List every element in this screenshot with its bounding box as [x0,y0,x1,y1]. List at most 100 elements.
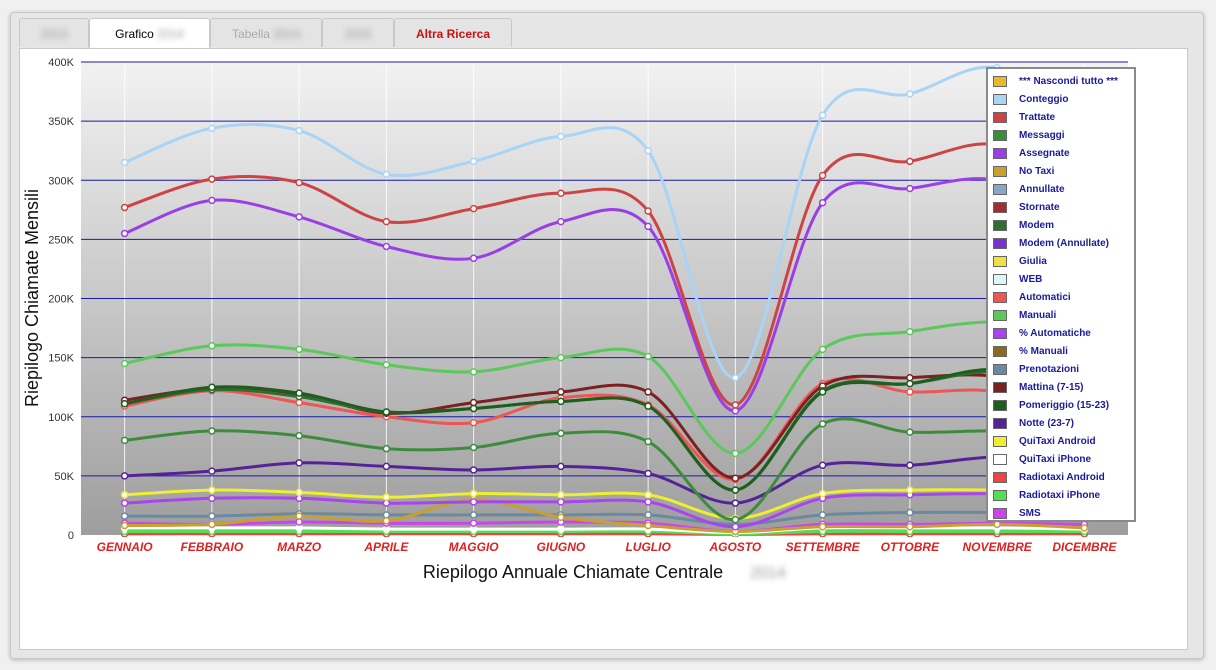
data-point[interactable] [208,342,216,350]
data-point[interactable] [731,373,740,382]
data-point[interactable] [120,399,129,408]
data-point[interactable] [818,388,827,396]
legend-item[interactable]: % Manuali [988,342,1134,360]
data-point[interactable] [469,204,478,213]
data-point[interactable] [469,489,478,498]
data-point[interactable] [557,513,565,522]
legend-item[interactable]: Pomeriggio (15-23) [988,396,1134,414]
data-point[interactable] [818,522,827,531]
data-point[interactable] [906,508,914,517]
data-point[interactable] [818,171,827,180]
data-point[interactable] [644,402,652,410]
data-point[interactable] [382,170,391,179]
legend-item[interactable]: % Automatiche [988,324,1134,342]
data-point[interactable] [208,467,216,475]
legend-item[interactable]: Assegnate [988,144,1134,162]
legend-item[interactable]: Manuali [988,306,1134,324]
data-point[interactable] [469,404,478,413]
data-point[interactable] [818,420,827,428]
data-point[interactable] [120,512,129,520]
data-point[interactable] [906,388,914,396]
data-point[interactable] [644,498,652,506]
data-point[interactable] [557,189,565,198]
data-point[interactable] [557,217,565,226]
data-point[interactable] [469,157,478,166]
data-point[interactable] [644,207,652,215]
data-point[interactable] [469,466,478,474]
data-point[interactable] [906,522,914,531]
data-point[interactable] [208,520,216,529]
data-point[interactable] [644,491,652,499]
data-point[interactable] [906,486,914,494]
data-point[interactable] [557,132,565,141]
data-point[interactable] [120,472,129,480]
data-point[interactable] [557,397,565,406]
data-point[interactable] [731,515,740,524]
data-point[interactable] [818,198,827,207]
data-point[interactable] [208,494,216,503]
data-point[interactable] [731,449,740,458]
data-point[interactable] [120,158,129,167]
data-point[interactable] [208,512,216,520]
data-point[interactable] [731,474,740,482]
data-point[interactable] [469,418,478,427]
data-point[interactable] [818,461,827,469]
legend-item[interactable]: Mattina (7-15) [988,378,1134,396]
legend-item[interactable]: Trattate [988,108,1134,126]
data-point[interactable] [295,389,303,397]
data-point[interactable] [906,461,914,469]
data-point[interactable] [469,511,478,519]
data-point[interactable] [469,398,478,407]
data-point[interactable] [557,388,565,396]
legend-item[interactable]: Radiotaxi Android [988,468,1134,486]
data-point[interactable] [382,408,391,416]
data-point[interactable] [208,175,216,183]
legend-item[interactable]: Giulia [988,252,1134,270]
data-point[interactable] [644,469,652,478]
data-point[interactable] [469,525,478,533]
data-point[interactable] [906,184,914,193]
data-point[interactable] [382,511,391,519]
data-point[interactable] [469,368,478,376]
data-point[interactable] [295,512,303,520]
data-point[interactable] [906,373,914,382]
data-point[interactable] [644,388,652,396]
data-point[interactable] [469,443,478,452]
data-point[interactable] [120,521,129,530]
data-point[interactable] [295,431,303,440]
legend-item[interactable]: Notte (23-7) [988,414,1134,432]
data-point[interactable] [208,486,216,494]
data-point[interactable] [906,157,914,166]
data-point[interactable] [208,427,216,435]
legend-item[interactable]: WEB [988,270,1134,288]
data-point[interactable] [469,254,478,263]
legend-item[interactable]: No Taxi [988,162,1134,180]
data-point[interactable] [557,462,565,471]
data-point[interactable] [295,398,303,407]
data-point[interactable] [557,525,565,533]
data-point[interactable] [295,518,303,526]
data-point[interactable] [906,428,914,436]
data-point[interactable] [818,489,827,498]
data-point[interactable] [731,407,740,415]
data-point[interactable] [208,196,216,205]
data-point[interactable] [557,491,565,499]
data-point[interactable] [993,520,1001,529]
legend-item[interactable]: Conteggio [988,90,1134,108]
data-point[interactable] [295,459,303,467]
data-point[interactable] [120,229,129,238]
data-point[interactable] [644,521,652,530]
data-point[interactable] [731,401,740,409]
data-point[interactable] [1080,524,1089,532]
data-point[interactable] [818,111,827,119]
data-point[interactable] [644,511,652,519]
data-point[interactable] [382,360,391,369]
legend-item[interactable]: Radiotaxi iPhone [988,486,1134,504]
legend-item[interactable]: Prenotazioni [988,360,1134,378]
legend-item[interactable]: QuiTaxi Android [988,432,1134,450]
data-point[interactable] [557,498,565,506]
data-point[interactable] [382,525,391,533]
data-point[interactable] [120,203,129,212]
data-point[interactable] [731,522,740,531]
legend-item[interactable]: Modem (Annullate) [988,234,1134,252]
